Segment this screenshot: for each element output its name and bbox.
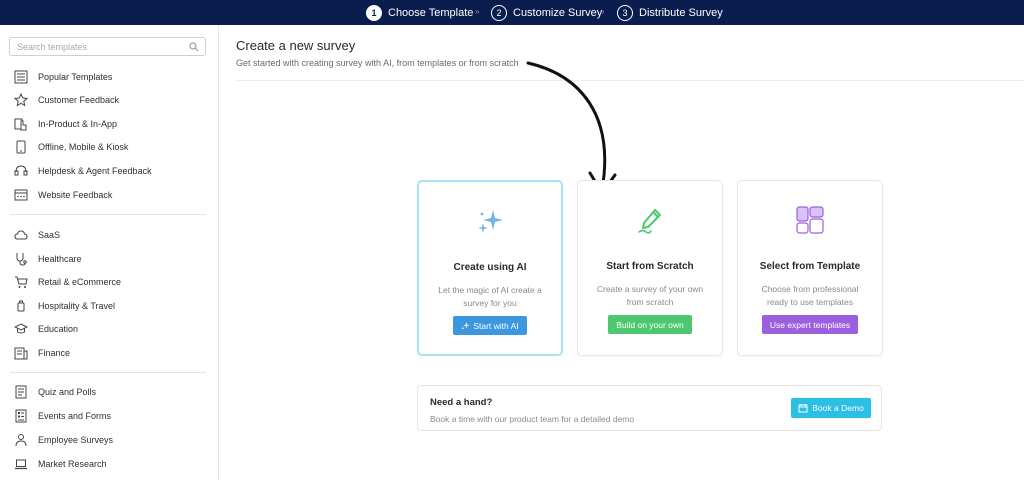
progress-stepper: 1 Choose Template » 2 Customize Survey »… (0, 0, 1024, 25)
sidebar-item-label: Retail & eCommerce (38, 277, 122, 287)
step-number: 2 (491, 4, 507, 21)
card-description: Create a survey of your own from scratch (588, 283, 712, 309)
template-sidebar: Popular Templates Customer Feedback In-P… (0, 25, 219, 480)
card-select-from-template[interactable]: Select from Template Choose from profess… (737, 180, 883, 356)
sparkle-small-icon (462, 321, 470, 330)
sidebar-item-employee-surveys[interactable]: Employee Surveys (13, 432, 113, 448)
step-number: 1 (366, 4, 382, 21)
quiz-icon (13, 385, 28, 400)
sidebar-item-label: Helpdesk & Agent Feedback (38, 166, 152, 176)
sidebar-divider (10, 372, 206, 373)
sidebar-item-quiz-polls[interactable]: Quiz and Polls (13, 384, 96, 400)
step-choose-template[interactable]: 1 Choose Template (366, 4, 473, 21)
sidebar-item-label: Offline, Mobile & Kiosk (38, 142, 129, 152)
card-create-using-ai[interactable]: Create using AI Let the magic of AI crea… (417, 180, 563, 356)
button-label: Build on your own (616, 319, 684, 330)
help-subtitle: Book a time with our product team for a … (430, 414, 635, 424)
employee-icon (13, 433, 28, 448)
sidebar-item-label: Market Research (38, 459, 107, 469)
button-label: Use expert templates (769, 319, 851, 330)
card-description: Choose from professional ready to use te… (748, 283, 872, 309)
sidebar-item-in-product[interactable]: In-Product & In-App (13, 116, 117, 132)
laptop-icon (13, 457, 28, 472)
sidebar-item-customer-feedback[interactable]: Customer Feedback (13, 92, 119, 108)
card-start-from-scratch[interactable]: Start from Scratch Create a survey of yo… (577, 180, 723, 356)
sidebar-item-events-forms[interactable]: Events and Forms (13, 408, 111, 424)
sparkle-icon (478, 210, 503, 233)
sidebar-item-label: In-Product & In-App (38, 119, 118, 129)
sidebar-item-label: Quiz and Polls (38, 387, 97, 397)
step-separator: » (475, 7, 480, 16)
sidebar-item-website-feedback[interactable]: Website Feedback (13, 187, 112, 203)
card-description-line: from scratch (626, 297, 674, 307)
card-description: Let the magic of AI create a survey for … (429, 284, 551, 310)
pen-icon (638, 209, 661, 234)
card-title: Start from Scratch (606, 261, 694, 272)
luggage-icon (13, 299, 28, 314)
sidebar-item-label: Employee Surveys (38, 435, 114, 445)
card-title: Create using AI (453, 262, 527, 273)
card-description-line: survey for you (463, 298, 517, 308)
button-label: Book a Demo (812, 403, 864, 413)
sidebar-divider (10, 214, 206, 215)
template-grid-icon (796, 206, 824, 234)
start-with-ai-button[interactable]: Start with AI (453, 316, 527, 335)
browser-icon (13, 188, 28, 203)
search-icon[interactable] (189, 42, 199, 52)
stethoscope-icon (13, 252, 28, 267)
search-input[interactable] (10, 38, 185, 55)
book-a-demo-button[interactable]: Book a Demo (791, 398, 871, 418)
star-icon (13, 93, 28, 108)
step-label: Customize Survey (513, 6, 603, 19)
sidebar-item-label: SaaS (38, 230, 61, 240)
step-separator: » (600, 7, 605, 16)
card-description-line: Let the magic of AI create a (438, 285, 542, 295)
form-icon (13, 409, 28, 424)
step-label: Distribute Survey (639, 6, 723, 19)
step-distribute-survey[interactable]: 3 Distribute Survey (617, 4, 723, 21)
grid-list-icon (13, 70, 28, 85)
build-on-your-own-button[interactable]: Build on your own (608, 315, 692, 334)
sidebar-item-saas[interactable]: SaaS (13, 227, 60, 243)
sidebar-item-popular-templates[interactable]: Popular Templates (13, 69, 112, 85)
step-number: 3 (617, 4, 633, 21)
card-description-line: Choose from professional (761, 284, 859, 294)
help-title: Need a hand? (430, 397, 493, 408)
sidebar-item-label: Website Feedback (38, 190, 113, 200)
button-label: Start with AI (473, 320, 519, 331)
page-subtitle: Get started with creating survey with AI… (236, 58, 519, 68)
sidebar-item-healthcare[interactable]: Healthcare (13, 251, 82, 267)
graduation-cap-icon (13, 322, 28, 337)
finance-icon (13, 346, 28, 361)
sidebar-item-label: Hospitality & Travel (38, 301, 116, 311)
sidebar-item-finance[interactable]: Finance (13, 345, 70, 361)
sidebar-item-label: Healthcare (38, 254, 82, 264)
step-label: Choose Template (388, 6, 474, 19)
cloud-icon (13, 228, 28, 243)
use-expert-templates-button[interactable]: Use expert templates (762, 315, 858, 334)
sidebar-item-label: Popular Templates (38, 72, 113, 82)
sidebar-item-label: Events and Forms (38, 411, 112, 421)
sidebar-item-market-research[interactable]: Market Research (13, 456, 107, 472)
sidebar-item-education[interactable]: Education (13, 321, 78, 337)
cart-icon (13, 275, 28, 290)
sidebar-item-helpdesk[interactable]: Helpdesk & Agent Feedback (13, 163, 152, 179)
calendar-icon (798, 404, 808, 413)
sidebar-item-hospitality[interactable]: Hospitality & Travel (13, 298, 115, 314)
card-description-line: Create a survey of your own (596, 284, 704, 294)
sidebar-item-label: Customer Feedback (38, 95, 120, 105)
sidebar-item-offline-mobile-kiosk[interactable]: Offline, Mobile & Kiosk (13, 139, 128, 155)
headset-icon (13, 164, 28, 179)
page-title: Create a new survey (236, 38, 356, 53)
tablet-icon (13, 140, 28, 155)
card-description-line: ready to use templates (767, 297, 853, 307)
sidebar-item-label: Education (38, 324, 79, 334)
sidebar-item-label: Finance (38, 348, 71, 358)
card-title: Select from Template (759, 261, 861, 272)
tap-icon (13, 117, 28, 132)
search-box (9, 37, 206, 56)
sidebar-item-retail[interactable]: Retail & eCommerce (13, 274, 121, 290)
help-panel: Need a hand? Book a time with our produc… (417, 385, 882, 431)
step-customize-survey[interactable]: 2 Customize Survey (491, 4, 602, 21)
